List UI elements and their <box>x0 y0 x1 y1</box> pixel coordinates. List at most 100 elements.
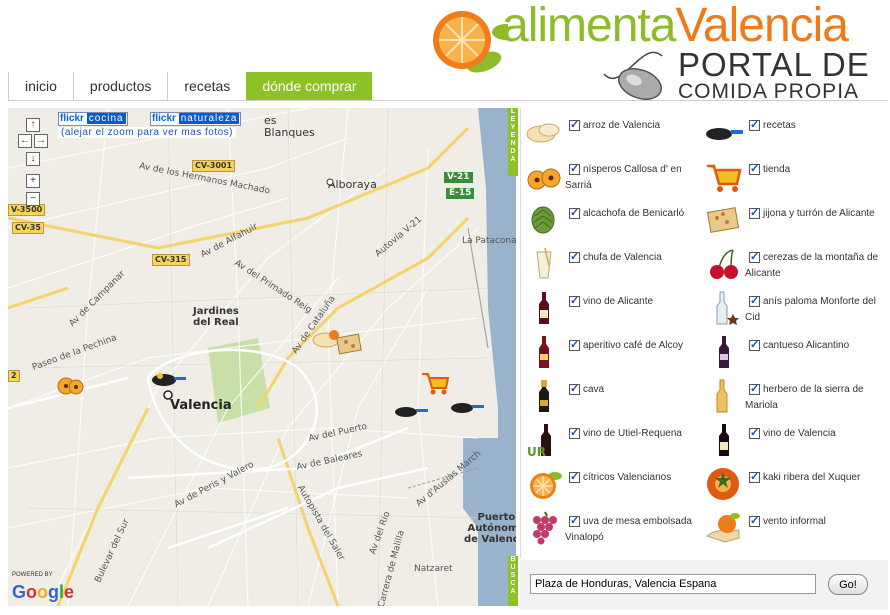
legend-item-tienda[interactable]: tienda <box>701 154 885 198</box>
map-label-nazaret: Natzaret <box>414 564 453 574</box>
map-label-es: es <box>264 114 277 127</box>
town-dot-icon <box>326 178 334 186</box>
flickr-naturaleza-button[interactable]: flickr naturaleza <box>150 112 242 126</box>
legend-item-vento[interactable]: vento informal <box>701 506 885 550</box>
svg-text:UR: UR <box>527 445 546 458</box>
map-view[interactable]: Blanques es Alboraya La Patacona Jardine… <box>8 108 516 606</box>
utiel-bottle-icon: UR <box>527 424 551 458</box>
legend-item-kaki[interactable]: kaki ribera del Xuquer <box>701 462 885 506</box>
valencia-wine-icon <box>719 424 729 456</box>
legend-panel: arroz de Valencia recetas nísperos Callo… <box>520 108 888 558</box>
orange-icon <box>530 472 562 499</box>
zoom-note: (alejar el zoom para ver mas fotos) <box>58 127 237 138</box>
cantueso-bottle-icon <box>719 336 729 368</box>
grape-icon <box>533 511 557 545</box>
map-marker-loquat[interactable] <box>56 376 90 396</box>
flickr-cocina-button[interactable]: flickr cocina <box>58 112 128 126</box>
loquat-icon <box>527 168 561 190</box>
legend-item-cerezas[interactable]: cerezas de la montaña de Alicante <box>701 242 885 286</box>
legend-item-utiel[interactable]: UR vino de Utiel-Requena <box>521 418 705 462</box>
road-shield-2: 2 <box>8 370 20 382</box>
logo[interactable]: alimentaValencia PORTAL DE COMIDA PROPIA <box>412 0 890 110</box>
legend-label: recetas <box>763 120 796 131</box>
anis-bottle-icon <box>716 291 739 325</box>
legend-item-aperitivo[interactable]: aperitivo café de Alcoy <box>521 330 705 374</box>
artichoke-icon <box>531 206 555 234</box>
map-marker-cart[interactable] <box>420 370 450 396</box>
nav-item-inicio[interactable]: inicio <box>8 72 73 100</box>
legend-side-tab[interactable]: LEYENDA <box>508 108 518 176</box>
map-marker-pan-2[interactable] <box>394 402 428 422</box>
legend-item-vino-alicante[interactable]: vino de Alicante <box>521 286 705 330</box>
cart-icon <box>707 164 742 192</box>
legend-item-recetas[interactable]: recetas <box>701 110 885 154</box>
cava-bottle-icon <box>539 380 549 412</box>
legend-item-vino-valencia[interactable]: vino de Valencia <box>701 418 885 462</box>
road-shield-cv315: CV-315 <box>152 254 190 266</box>
legend-label: vento informal <box>763 516 826 527</box>
legend-label: alcachofa de Benicarló <box>583 208 685 219</box>
address-search-input[interactable] <box>530 574 816 594</box>
kaki-icon <box>707 468 739 500</box>
map-label-patacona: La Patacona <box>462 236 516 246</box>
google-logo[interactable]: Google <box>12 582 74 604</box>
nav-item-donde-comprar[interactable]: dónde comprar <box>246 72 373 100</box>
wine-bottle-icon <box>539 292 549 324</box>
logo-subtitle-1: PORTAL DE <box>678 46 870 83</box>
map-label-alboraya: Alboraya <box>328 178 377 191</box>
go-button[interactable]: Go! <box>828 574 868 595</box>
legend-label: aperitivo café de Alcoy <box>583 340 684 351</box>
legend-item-alcachofa[interactable]: alcachofa de Benicarló <box>521 198 705 242</box>
nav-item-recetas[interactable]: recetas <box>167 72 246 100</box>
search-side-tab[interactable]: BUSCA <box>508 556 518 606</box>
horchata-icon <box>536 247 552 279</box>
legend-item-herbero[interactable]: herbero de la sierra de Mariola <box>701 374 885 418</box>
legend-label: nísperos Callosa d' en Sarriá <box>565 164 682 191</box>
map-marker-pan-1[interactable] <box>150 368 186 390</box>
hand-orange-icon <box>705 513 740 543</box>
flickr-naturaleza-label: naturaleza <box>178 113 240 124</box>
nav-item-productos[interactable]: productos <box>72 72 167 100</box>
legend-item-citricos[interactable]: cítricos Valencianos <box>521 462 705 506</box>
road-shield-cv3001: CV-3001 <box>192 160 236 172</box>
zoom-in-button[interactable]: + <box>26 174 40 188</box>
legend-label: cantueso Alicantino <box>763 340 850 351</box>
legend-item-cava[interactable]: cava <box>521 374 705 418</box>
legend-label: uva de mesa embolsada Vinalopó <box>565 516 692 543</box>
pan-icon <box>706 128 743 140</box>
legend-item-cantueso[interactable]: cantueso Alicantino <box>701 330 885 374</box>
road-shield-cv35: CV-35 <box>12 222 44 234</box>
legend-label: vino de Valencia <box>763 428 836 439</box>
legend-label: herbero de la sierra de Mariola <box>745 384 864 411</box>
orange-logo-icon <box>433 11 508 73</box>
flickr-brand-2: flickr <box>152 113 176 124</box>
zoom-out-button[interactable]: − <box>26 192 40 206</box>
legend-item-jijona[interactable]: jijona y turrón de Alicante <box>701 198 885 242</box>
pan-up-button[interactable]: ↑ <box>26 118 40 132</box>
map-marker-turron[interactable] <box>336 332 364 356</box>
pan-down-button[interactable]: ↓ <box>26 152 40 166</box>
legend-label: anís paloma Monforte del Cid <box>745 296 876 323</box>
legend-item-chufa[interactable]: chufa de Valencia <box>521 242 705 286</box>
legend-label: tienda <box>763 164 791 175</box>
legend-item-arroz[interactable]: arroz de Valencia <box>521 110 705 154</box>
city-dot-icon <box>163 390 173 400</box>
legend-item-nisperos[interactable]: nísperos Callosa d' en Sarriá <box>521 154 705 198</box>
legend-item-anis[interactable]: anís paloma Monforte del Cid <box>701 286 885 330</box>
flickr-cocina-label: cocina <box>86 113 126 124</box>
road-shield-e15: E-15 <box>446 188 475 199</box>
pan-left-button[interactable]: ← <box>18 134 32 148</box>
road-shield-v21: V-21 <box>444 172 473 183</box>
map-roads <box>8 108 516 606</box>
legend-label: arroz de Valencia <box>583 120 661 131</box>
legend-item-uva[interactable]: uva de mesa embolsada Vinalopó <box>521 506 705 550</box>
legend-label: chufa de Valencia <box>583 252 662 263</box>
cherry-icon <box>710 249 738 279</box>
pan-right-button[interactable]: → <box>34 134 48 148</box>
map-marker-pan-3[interactable] <box>450 398 484 418</box>
map-label-valencia: Valencia <box>170 398 232 413</box>
rice-icon <box>526 123 560 143</box>
legend-label: cava <box>583 384 605 395</box>
main-nav: inicio productos recetas dónde comprar <box>8 72 373 100</box>
legend-label: cítricos Valencianos <box>583 472 672 483</box>
